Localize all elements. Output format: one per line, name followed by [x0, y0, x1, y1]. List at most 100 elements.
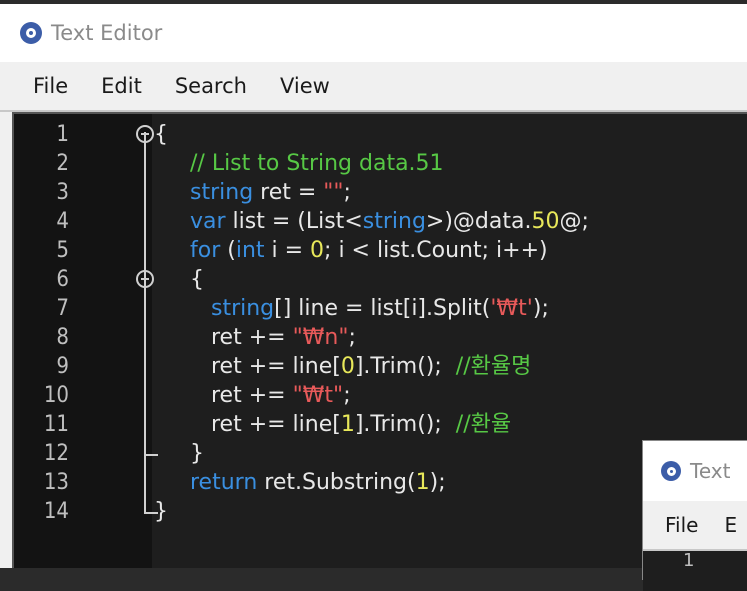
line-number: 9 — [56, 354, 69, 379]
code-text: ret += line[1].Trim(); //환율 — [190, 410, 511, 439]
code-line[interactable]: 10 ret += "₩t"; — [14, 381, 747, 410]
title-bar: Text Editor — [0, 4, 747, 62]
code-token: ret += line[ — [190, 412, 341, 437]
code-token: '₩t' — [490, 296, 533, 321]
code-line[interactable]: 12} — [14, 439, 747, 468]
code-line[interactable]: 4 var list = (List<string>)@data.50@; — [14, 207, 747, 236]
code-token: ].Trim(); — [354, 412, 456, 437]
line-number: 13 — [43, 470, 69, 495]
line-number: 5 — [56, 238, 69, 263]
code-token: } — [190, 441, 204, 466]
code-token: i = — [264, 238, 311, 263]
fold-collapse-icon[interactable] — [136, 265, 154, 294]
code-token: var — [190, 209, 226, 234]
line-number: 2 — [56, 151, 69, 176]
code-text: { — [190, 265, 204, 294]
line-number: 8 — [56, 325, 69, 350]
code-token: ].Trim(); — [354, 354, 456, 379]
second-code-editor[interactable]: 1 — [643, 551, 747, 591]
line-number: 12 — [43, 441, 69, 466]
code-line[interactable]: 13 return ret.Substring(1); — [14, 468, 747, 497]
code-token: string — [210, 296, 275, 321]
second-editor-window[interactable]: Text File E 1 — [642, 440, 747, 591]
code-line[interactable]: 7 string[] line = list[i].Split('₩t'); — [14, 294, 747, 323]
code-token: @; — [559, 209, 589, 234]
code-line[interactable]: 3 string ret = ""; — [14, 178, 747, 207]
code-token: ret += line[ — [190, 354, 341, 379]
app-logo-icon — [20, 22, 42, 44]
code-token: ; — [343, 383, 351, 408]
second-window-title: Text — [690, 459, 731, 483]
code-line[interactable]: 1{ — [14, 120, 747, 149]
code-text: } — [190, 439, 204, 468]
code-token: { — [154, 122, 168, 147]
code-token: >)@data. — [425, 209, 532, 234]
line-number: 6 — [56, 267, 69, 292]
code-line[interactable]: 11 ret += line[1].Trim(); //환율 — [14, 410, 747, 439]
line-number: 7 — [56, 296, 69, 321]
fold-collapse-icon[interactable] — [136, 120, 154, 149]
code-token: ); — [532, 296, 549, 321]
code-line[interactable]: 2 // List to String data.51 — [14, 149, 747, 178]
code-token: string — [362, 209, 426, 234]
code-token: ; — [343, 180, 351, 205]
fold-end-marker — [144, 439, 158, 456]
code-token: 1 — [340, 412, 355, 437]
code-text: ret += line[0].Trim(); //환율명 — [190, 352, 531, 381]
code-token: 0 — [310, 238, 325, 263]
code-line[interactable]: 6{ — [14, 265, 747, 294]
code-text: var list = (List<string>)@data.50@; — [190, 207, 589, 236]
code-token: ; i < list.Count; i++) — [324, 238, 548, 263]
code-token: return — [190, 470, 258, 495]
code-token: "₩t" — [292, 383, 344, 408]
menu-file[interactable]: File — [24, 61, 77, 111]
code-token: //환율 — [455, 412, 512, 437]
code-line[interactable]: 14} — [14, 497, 747, 526]
code-token: ( — [220, 238, 236, 263]
code-token: ret = — [253, 180, 324, 205]
code-token: string — [190, 180, 254, 205]
menu-bar: File Edit Search View — [0, 62, 747, 112]
code-token: ; — [348, 325, 356, 350]
code-token: ret += — [190, 325, 293, 350]
code-text: string ret = ""; — [190, 178, 351, 207]
code-token: //환율명 — [455, 354, 532, 379]
line-number: 11 — [43, 412, 69, 437]
code-text: for (int i = 0; i < list.Count; i++) — [190, 236, 548, 265]
menu-view[interactable]: View — [271, 61, 339, 111]
code-token: int — [235, 238, 265, 263]
code-token: "" — [323, 180, 344, 205]
window-title: Text Editor — [51, 21, 163, 45]
second-app-logo-icon — [661, 461, 681, 481]
menu-edit[interactable]: Edit — [92, 61, 151, 111]
code-token: 0 — [340, 354, 355, 379]
code-text: ret += "₩n"; — [190, 323, 356, 352]
code-token: ); — [429, 470, 446, 495]
code-line[interactable]: 9 ret += line[0].Trim(); //환율명 — [14, 352, 747, 381]
line-number: 10 — [43, 383, 69, 408]
code-token: for — [190, 238, 221, 263]
code-text: string[] line = list[i].Split('₩t'); — [190, 294, 549, 323]
second-menu-edit[interactable]: E — [724, 500, 737, 550]
code-text: return ret.Substring(1); — [190, 468, 446, 497]
code-line[interactable]: 5 for (int i = 0; i < list.Count; i++) — [14, 236, 747, 265]
line-number: 3 — [56, 180, 69, 205]
code-editor[interactable]: 1{2// List to String data.51 3 string ret … — [12, 112, 747, 568]
second-menu-bar: File E — [643, 501, 747, 551]
second-title-bar: Text — [643, 441, 747, 501]
second-menu-file[interactable]: File — [665, 500, 698, 550]
code-token: ret.Substring( — [257, 470, 416, 495]
code-token: list = (List< — [225, 209, 363, 234]
code-token: "₩n" — [292, 325, 349, 350]
code-line[interactable]: 8 ret += "₩n"; — [14, 323, 747, 352]
line-number: 1 — [56, 122, 69, 147]
code-token: ret += — [190, 383, 293, 408]
code-token: { — [190, 267, 204, 292]
code-token: // List to String data.51 — [190, 151, 444, 176]
code-token: 50 — [531, 209, 560, 234]
code-token: 1 — [415, 470, 430, 495]
menu-search[interactable]: Search — [166, 61, 256, 111]
line-number: 4 — [56, 209, 69, 234]
line-number: 14 — [43, 499, 69, 524]
